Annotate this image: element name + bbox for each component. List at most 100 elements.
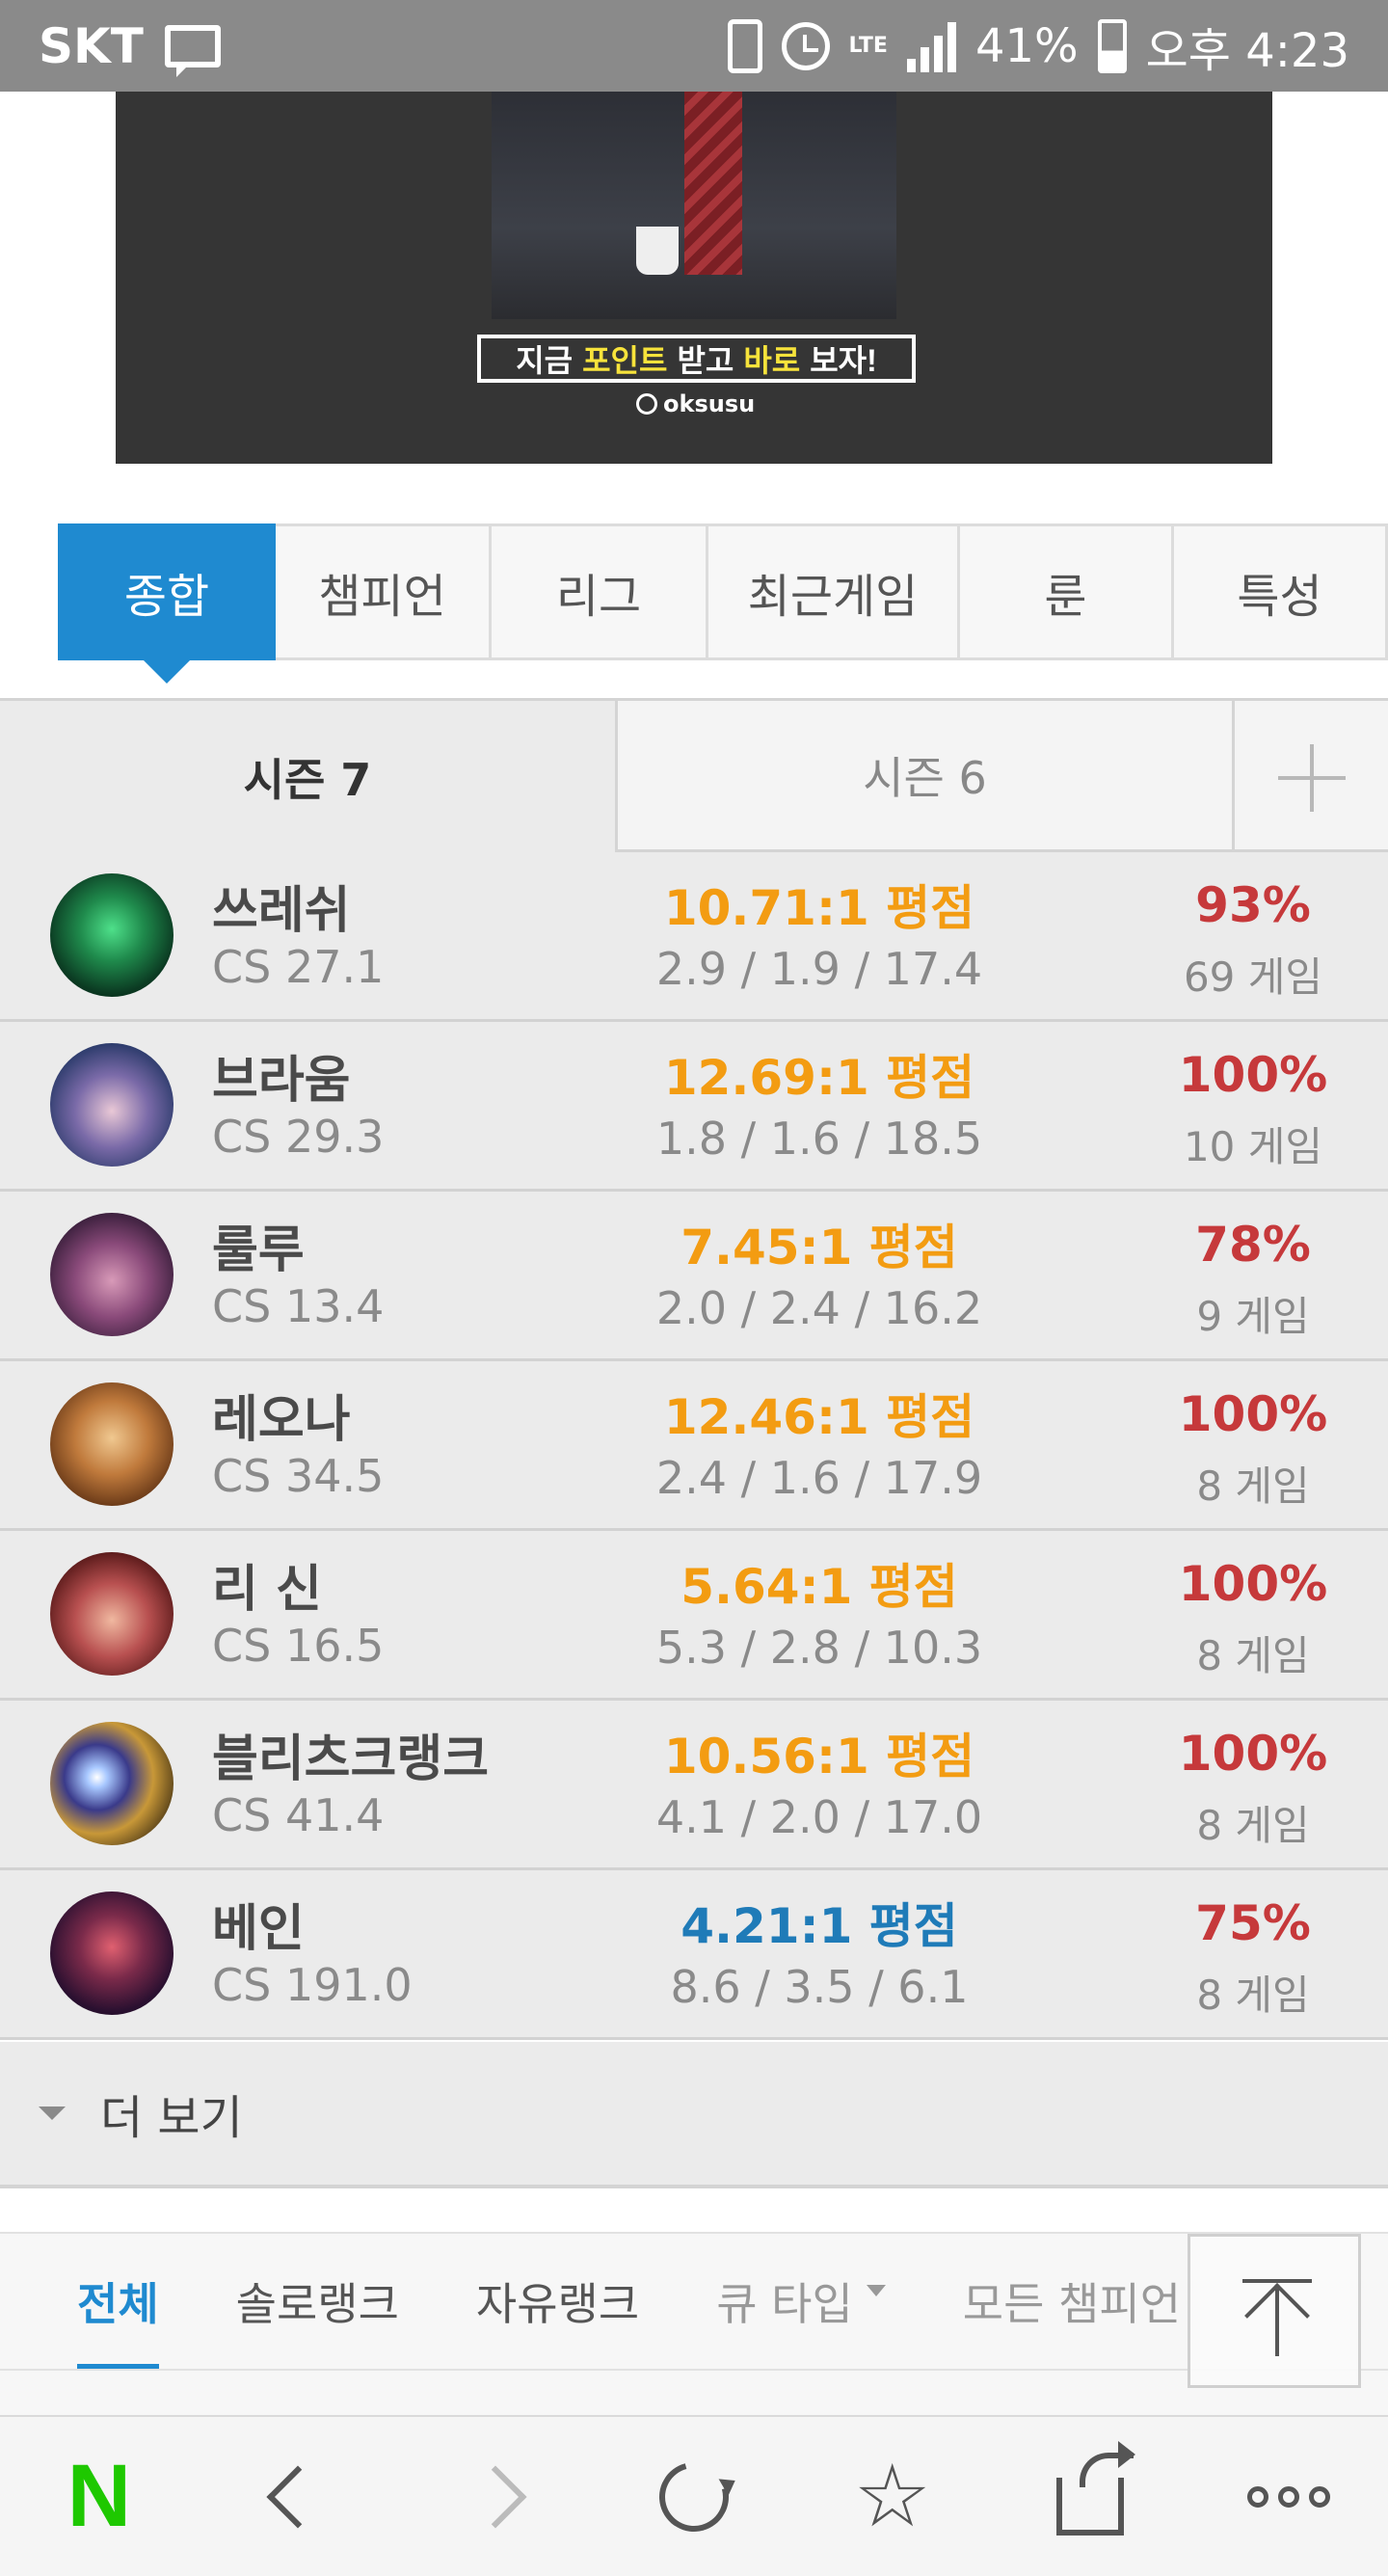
champion-avatar-leona	[50, 1382, 174, 1506]
champion-cs: CS 13.4	[212, 1280, 385, 1332]
champion-name: 블리츠크랭크	[212, 1731, 490, 1788]
ad-cta-word: 지금	[516, 343, 574, 378]
battery-icon	[1097, 18, 1127, 73]
ad-cta-word: 받고	[677, 343, 734, 378]
kda-ratio: 7.45:1 평점	[681, 1220, 958, 1275]
tab-season-7[interactable]: 시즌 7	[0, 701, 618, 852]
kda-ratio: 4.21:1 평점	[681, 1898, 958, 1954]
tab-league[interactable]: 리그	[492, 526, 708, 657]
queue-filter-bar: 전체 솔로랭크 자유랭크 큐 타입 모든 챔피언	[0, 2232, 1388, 2415]
browser-toolbar: N ☆	[0, 2415, 1388, 2576]
tab-queue-solo-rank[interactable]: 솔로랭크	[236, 2269, 399, 2333]
tab-recent-games[interactable]: 최근게임	[708, 526, 960, 657]
refresh-button[interactable]	[636, 2439, 752, 2555]
tab-overview[interactable]: 종합	[58, 523, 276, 684]
message-icon	[164, 24, 221, 77]
tab-runes[interactable]: 룬	[960, 526, 1174, 657]
champion-avatar-blitzcrank	[50, 1722, 174, 1845]
champion-cs: CS 29.3	[212, 1111, 385, 1163]
champion-cs: CS 16.5	[212, 1620, 385, 1672]
clock: 오후 4:23	[1145, 23, 1349, 78]
champion-avatar-lee-sin	[50, 1552, 174, 1676]
champion-avatar-lulu	[50, 1213, 174, 1336]
champion-name: 베인	[212, 1900, 305, 1958]
champion-row[interactable]: 베인 CS 191.0 4.21:1 평점 8.6 / 3.5 / 6.1 75…	[0, 1870, 1388, 2040]
win-rate: 75%	[1195, 1895, 1311, 1951]
champion-row[interactable]: 레오나 CS 34.5 12.46:1 평점 2.4 / 1.6 / 17.9 …	[0, 1361, 1388, 1531]
share-button[interactable]	[1032, 2439, 1148, 2555]
caret-down-icon	[39, 2106, 66, 2120]
games-played: 8 게임	[1196, 1972, 1310, 2019]
win-rate: 78%	[1195, 1217, 1311, 1273]
share-icon	[1056, 2440, 1136, 2536]
win-rate: 100%	[1178, 1726, 1328, 1782]
season-tabs: 시즌 7 시즌 6	[0, 698, 1388, 852]
main-tabs: 종합 챔피언 리그 최근게임 룬 특성	[58, 523, 1388, 684]
champion-filter[interactable]: 모든 챔피언	[963, 2269, 1181, 2333]
ad-brand: oksusu	[636, 390, 755, 417]
page: SKT LTE 41% 오후 4:23 지금 포인트 받고 바로 보자! oks…	[0, 0, 1388, 2576]
champion-cs: CS 41.4	[212, 1789, 385, 1841]
signal-icon	[906, 20, 956, 72]
tab-masteries[interactable]: 특성	[1174, 526, 1388, 657]
games-played: 8 게임	[1196, 1802, 1310, 1849]
ad-cta-word: 포인트	[582, 343, 668, 378]
bookmark-button[interactable]: ☆	[835, 2439, 950, 2555]
ad-cta-word: 보자!	[810, 343, 877, 378]
champion-name: 레오나	[212, 1391, 351, 1449]
champion-cs: CS 27.1	[212, 941, 385, 993]
tab-queue-flex-rank[interactable]: 자유랭크	[476, 2269, 639, 2333]
kda: 4.1 / 2.0 / 17.0	[655, 1791, 983, 1843]
ad-brand-name: oksusu	[663, 390, 756, 417]
caret-down-icon	[866, 2285, 886, 2296]
champion-row[interactable]: 룰루 CS 13.4 7.45:1 평점 2.0 / 2.4 / 16.2 78…	[0, 1192, 1388, 1361]
champion-cs: CS 34.5	[212, 1450, 385, 1502]
kda-ratio: 10.71:1 평점	[663, 880, 975, 936]
kda-ratio: 10.56:1 평점	[663, 1729, 975, 1784]
champion-list: 쓰레쉬 CS 27.1 10.71:1 평점 2.9 / 1.9 / 17.4 …	[0, 852, 1388, 2040]
forward-icon	[464, 2464, 527, 2529]
ad-cta-word: 바로	[743, 343, 801, 378]
scroll-top-icon-stem	[1275, 2289, 1279, 2356]
champion-name: 쓰레쉬	[212, 882, 351, 940]
back-button[interactable]	[240, 2439, 356, 2555]
tab-champion[interactable]: 챔피언	[276, 526, 492, 657]
scroll-to-top-button[interactable]	[1188, 2234, 1361, 2388]
champion-row[interactable]: 쓰레쉬 CS 27.1 10.71:1 평점 2.9 / 1.9 / 17.4 …	[0, 852, 1388, 1022]
bookmark-star-icon: ☆	[853, 2445, 931, 2547]
win-rate: 93%	[1195, 877, 1311, 933]
lte-icon: LTE	[848, 33, 888, 58]
ad-photo-cup	[636, 227, 679, 275]
more-button[interactable]: 더 보기	[0, 2042, 1388, 2188]
champion-name: 룰루	[212, 1221, 305, 1279]
naver-home-icon: N	[67, 2447, 132, 2545]
more-menu-button[interactable]	[1231, 2439, 1347, 2555]
add-season-icon[interactable]	[1235, 701, 1388, 852]
champion-cs: CS 191.0	[212, 1959, 413, 2011]
battery-percent: 41%	[974, 18, 1079, 73]
kda: 2.0 / 2.4 / 16.2	[655, 1282, 983, 1334]
champion-row[interactable]: 리 신 CS 16.5 5.64:1 평점 5.3 / 2.8 / 10.3 1…	[0, 1531, 1388, 1701]
more-label: 더 보기	[100, 2091, 243, 2145]
champion-row[interactable]: 블리츠크랭크 CS 41.4 10.56:1 평점 4.1 / 2.0 / 17…	[0, 1701, 1388, 1870]
champion-row[interactable]: 브라움 CS 29.3 12.69:1 평점 1.8 / 1.6 / 18.5 …	[0, 1022, 1388, 1192]
games-played: 9 게임	[1196, 1293, 1310, 1340]
kda: 1.8 / 1.6 / 18.5	[655, 1113, 983, 1165]
tab-queue-all[interactable]: 전체	[77, 2269, 159, 2370]
tab-season-6[interactable]: 시즌 6	[618, 701, 1235, 852]
kda: 2.9 / 1.9 / 17.4	[655, 943, 983, 995]
queue-type-dropdown[interactable]: 큐 타입	[716, 2269, 886, 2333]
games-played: 8 게임	[1196, 1632, 1310, 1679]
queue-type-label: 큐 타입	[716, 2278, 853, 2330]
ad-banner[interactable]: 지금 포인트 받고 바로 보자! oksusu	[116, 92, 1272, 464]
champion-name: 브라움	[212, 1052, 351, 1110]
naver-home-button[interactable]: N	[41, 2439, 157, 2555]
alarm-icon	[781, 21, 830, 70]
win-rate: 100%	[1178, 1386, 1328, 1442]
forward-button[interactable]	[438, 2439, 553, 2555]
champion-avatar-thresh	[50, 873, 174, 997]
more-icon	[1247, 2485, 1331, 2508]
kda-ratio: 12.46:1 평점	[663, 1389, 975, 1445]
back-icon	[266, 2464, 330, 2529]
carrier-label: SKT	[39, 17, 144, 74]
